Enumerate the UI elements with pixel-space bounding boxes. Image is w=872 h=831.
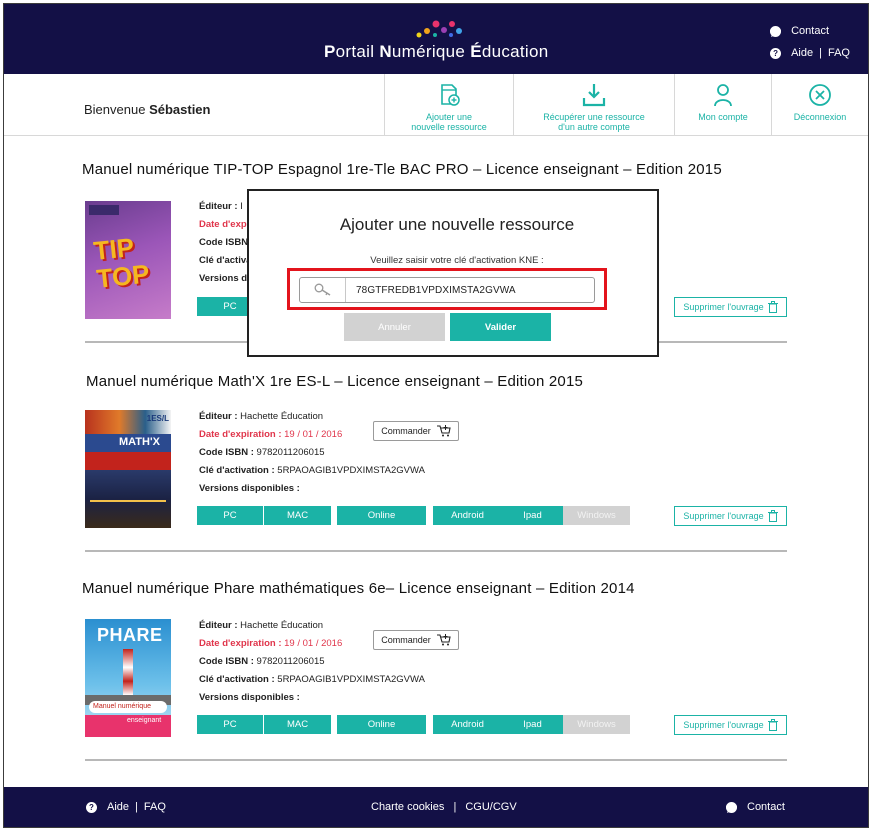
version-online-button[interactable]: Online	[337, 506, 426, 525]
dialog-title: Ajouter une nouvelle ressource	[339, 215, 575, 234]
chat-icon	[726, 801, 737, 813]
version-android-button[interactable]: Android	[433, 715, 502, 734]
separator: |	[819, 47, 822, 59]
footer-aide-link[interactable]: Aide	[107, 801, 129, 813]
cover-title: TIP TOP	[92, 231, 151, 294]
logo-dots-icon	[416, 20, 462, 38]
book-cover[interactable]: TIP TOP	[85, 201, 171, 319]
cancel-button[interactable]: Annuler	[344, 313, 445, 341]
footer-contact-link[interactable]: Contact	[747, 801, 785, 813]
separator: |	[453, 801, 457, 813]
order-button[interactable]: Commander	[373, 630, 459, 650]
product-title: Manuel numérique Math'X 1re ES-L – Licen…	[86, 373, 584, 390]
section-divider	[85, 759, 787, 761]
version-pc-button[interactable]: PC	[197, 715, 263, 734]
cover-level-badge	[89, 205, 119, 215]
page-frame: Portail Numérique Éducation Contact ? Ai…	[3, 3, 869, 828]
cart-icon	[436, 425, 451, 437]
brand-title[interactable]: Portail Numérique Éducation	[324, 42, 549, 62]
trash-icon	[767, 719, 778, 731]
cover-title: PHARE	[97, 625, 163, 645]
aide-link[interactable]: Aide	[791, 47, 813, 59]
product-title: Manuel numérique Phare mathématiques 6e–…	[82, 580, 635, 597]
version-mac-button[interactable]: MAC	[264, 715, 331, 734]
cart-icon	[436, 634, 451, 646]
add-resource-button[interactable]: Ajouter une nouvelle ressource	[384, 74, 513, 136]
recover-resource-button[interactable]: Récupérer une ressource d'un autre compt…	[513, 74, 674, 136]
version-android-button[interactable]: Android	[433, 506, 502, 525]
trash-icon	[767, 301, 778, 313]
top-bar: Portail Numérique Éducation Contact ? Ai…	[4, 4, 868, 74]
version-windows-button: Windows	[563, 506, 630, 525]
trash-icon	[767, 510, 778, 522]
delete-book-button[interactable]: Supprimer l'ouvrage	[674, 297, 787, 317]
help-icon: ?	[770, 47, 782, 59]
welcome-message: Bienvenue Sébastien	[84, 102, 211, 117]
version-ipad-button[interactable]: Ipad	[502, 715, 563, 734]
contact-link[interactable]: Contact	[791, 25, 829, 37]
footer: ? Aide | FAQ Charte cookies | CGU/CGV Co…	[4, 787, 868, 827]
cgu-cgv-link[interactable]: CGU/CGV	[465, 801, 516, 813]
product-title: Manuel numérique TIP-TOP Espagnol 1re-Tl…	[82, 161, 722, 178]
charte-cookies-link[interactable]: Charte cookies	[371, 801, 444, 813]
add-resource-dialog: Ajouter une nouvelle ressource Veuillez …	[247, 189, 659, 357]
cover-subtitle: enseignant	[127, 717, 162, 724]
activation-key-value[interactable]: 78GTFREDB1VPDXIMSTA2GVWA	[346, 285, 516, 296]
logout-button[interactable]: Déconnexion	[771, 74, 868, 136]
cover-title: MATH'X	[119, 436, 160, 448]
version-ipad-button[interactable]: Ipad	[502, 506, 563, 525]
sub-header: Bienvenue Sébastien Ajouter une nouvelle…	[4, 74, 868, 136]
delete-book-button[interactable]: Supprimer l'ouvrage	[674, 715, 787, 735]
section-divider	[85, 550, 787, 552]
activation-key-label: Veuillez saisir votre clé d'activation K…	[370, 255, 544, 266]
faq-link[interactable]: FAQ	[828, 47, 850, 59]
user-name: Sébastien	[149, 102, 211, 117]
cover-level-badge: 1ES/L	[146, 414, 169, 423]
download-icon	[582, 84, 606, 107]
activation-key-input[interactable]: 78GTFREDB1VPDXIMSTA2GVWA	[299, 277, 595, 303]
version-online-button[interactable]: Online	[337, 715, 426, 734]
separator: |	[135, 801, 138, 813]
help-icon: ?	[86, 801, 97, 813]
validate-button[interactable]: Valider	[450, 313, 551, 341]
chat-icon	[770, 25, 782, 37]
delete-book-button[interactable]: Supprimer l'ouvrage	[674, 506, 787, 526]
my-account-button[interactable]: Mon compte	[674, 74, 771, 136]
book-cover[interactable]: PHARE Manuel numérique enseignant	[85, 619, 171, 737]
user-icon	[714, 84, 732, 107]
key-icon	[300, 278, 346, 302]
version-windows-button: Windows	[563, 715, 630, 734]
top-links: Contact ? Aide | FAQ	[770, 22, 850, 66]
close-circle-icon	[809, 84, 831, 106]
book-cover[interactable]: 1ES/L MATH'X	[85, 410, 171, 528]
version-pc-button[interactable]: PC	[197, 506, 263, 525]
order-button[interactable]: Commander	[373, 421, 459, 441]
version-mac-button[interactable]: MAC	[264, 506, 331, 525]
footer-faq-link[interactable]: FAQ	[144, 801, 166, 813]
cover-subtitle: Manuel numérique	[89, 701, 167, 713]
add-document-icon	[441, 84, 460, 106]
